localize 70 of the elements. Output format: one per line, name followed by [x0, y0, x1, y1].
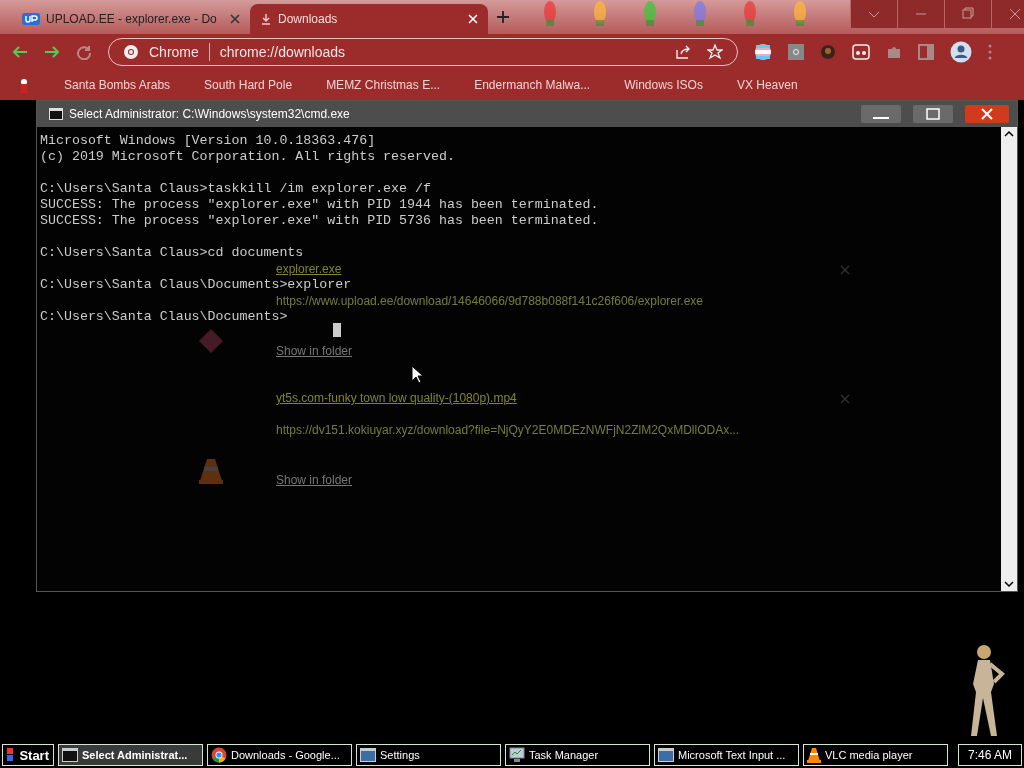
show-in-folder-link[interactable]: Show in folder — [276, 473, 740, 487]
taskbar-button[interactable]: Select Administrat... — [58, 744, 203, 766]
minimize-button[interactable] — [861, 105, 901, 123]
source-url: https://dv151.kokiuyar.xyz/download?file=NjQyY2E0MDEzNWFjN2ZlM2QxMDllODAx... — [276, 423, 740, 437]
avatar-icon[interactable] — [820, 44, 836, 60]
more-icon[interactable] — [988, 44, 992, 60]
taskbar-button[interactable]: Settings — [356, 744, 501, 766]
site-label: Chrome — [149, 44, 199, 60]
start-button[interactable]: Start — [2, 744, 54, 766]
download-icon — [260, 13, 272, 25]
windows-logo-icon — [7, 748, 15, 762]
console-line: SUCCESS: The process "explorer.exe" with PID 5736 has been terminated. — [40, 213, 599, 229]
file-name-link[interactable]: yt5s.com-funky town low quality-(1080p).mp4 — [276, 391, 740, 405]
santa-icon — [18, 77, 30, 93]
close-button[interactable] — [965, 105, 1009, 123]
console-line: Microsoft Windows [Version 10.0.18363.476] — [40, 133, 376, 149]
show-in-folder-link[interactable]: Show in folder — [276, 344, 703, 358]
browser-tab[interactable]: Downloads — [250, 4, 488, 34]
console-line: C:\Users\Santa Claus\Documents>explorer — [40, 277, 352, 293]
browser-tab[interactable]: UPLOAD.EE - explorer.exe - Do — [12, 4, 250, 34]
console-line: C:\Users\Santa Claus>cd documents — [40, 245, 304, 261]
taskbar-button[interactable]: VLC media player — [803, 744, 948, 766]
tab-title: Downloads — [278, 12, 339, 26]
bookmark-item[interactable]: Santa Bombs Arabs — [64, 78, 171, 92]
console-line: C:\Users\Santa Claus\Documents> — [40, 309, 288, 325]
side-panel-icon[interactable] — [918, 44, 934, 60]
text-cursor — [333, 323, 341, 337]
close-icon[interactable] — [991, 0, 1024, 28]
traffic-cone-icon — [198, 457, 224, 485]
monitor-icon — [509, 747, 525, 763]
taskbar-button[interactable]: Task Manager — [505, 744, 650, 766]
console-line: (c) 2019 Microsoft Corporation. All rights reserved. — [40, 149, 455, 165]
restore-icon[interactable] — [944, 0, 991, 28]
extension-icon[interactable] — [788, 44, 804, 60]
clock: 7:46 AM — [958, 744, 1022, 766]
reload-icon[interactable] — [76, 44, 92, 60]
console-icon — [62, 748, 78, 762]
bookmark-item[interactable]: MEMZ Christmas E... — [326, 78, 441, 92]
new-tab-icon[interactable] — [496, 10, 510, 24]
file-name-link[interactable]: explorer.exe — [276, 262, 703, 276]
bookmark-item[interactable]: Windows ISOs — [624, 78, 703, 92]
url-text: chrome://downloads — [219, 44, 347, 60]
cassette-icon[interactable] — [852, 44, 870, 60]
forward-icon[interactable] — [44, 44, 60, 60]
window-icon — [658, 748, 674, 762]
star-icon[interactable] — [707, 44, 723, 60]
taskbar-button[interactable]: Microsoft Text Input ... — [654, 744, 799, 766]
window-icon — [360, 748, 376, 762]
back-icon[interactable] — [12, 44, 28, 60]
profile-icon[interactable] — [950, 41, 972, 63]
share-icon[interactable] — [675, 44, 691, 60]
striped-flag-icon[interactable] — [754, 43, 772, 61]
maximize-button[interactable] — [913, 105, 953, 123]
source-url: https://www.upload.ee/download/14646066/9d788b088f141c26f606/explorer.exe — [276, 294, 703, 308]
close-icon[interactable] — [230, 14, 240, 24]
traffic-cone-icon — [807, 747, 821, 763]
scrollbar[interactable] — [1001, 127, 1017, 591]
mouse-pointer-icon — [411, 365, 423, 384]
site-logo-icon — [22, 13, 40, 25]
console-line: C:\Users\Santa Claus>taskkill /im explorer.exe /f — [40, 181, 431, 197]
bookmark-item[interactable]: VX Heaven — [736, 78, 798, 92]
console-icon — [49, 108, 63, 120]
bookmark-item[interactable]: Endermanch Malwa... — [474, 78, 591, 92]
taskbar-button[interactable]: Downloads - Google... — [207, 744, 352, 766]
console-line: SUCCESS: The process "explorer.exe" with PID 1944 has been terminated. — [40, 197, 599, 213]
chevron-down-icon[interactable] — [850, 0, 897, 28]
window-title: Select Administrator: C:\Windows\system32\cmd.exe — [69, 107, 350, 121]
minimize-icon[interactable] — [897, 0, 944, 28]
tab-title: UPLOAD.EE - explorer.exe - Do — [46, 12, 218, 26]
bookmark-item[interactable]: South Hard Pole — [204, 78, 293, 92]
